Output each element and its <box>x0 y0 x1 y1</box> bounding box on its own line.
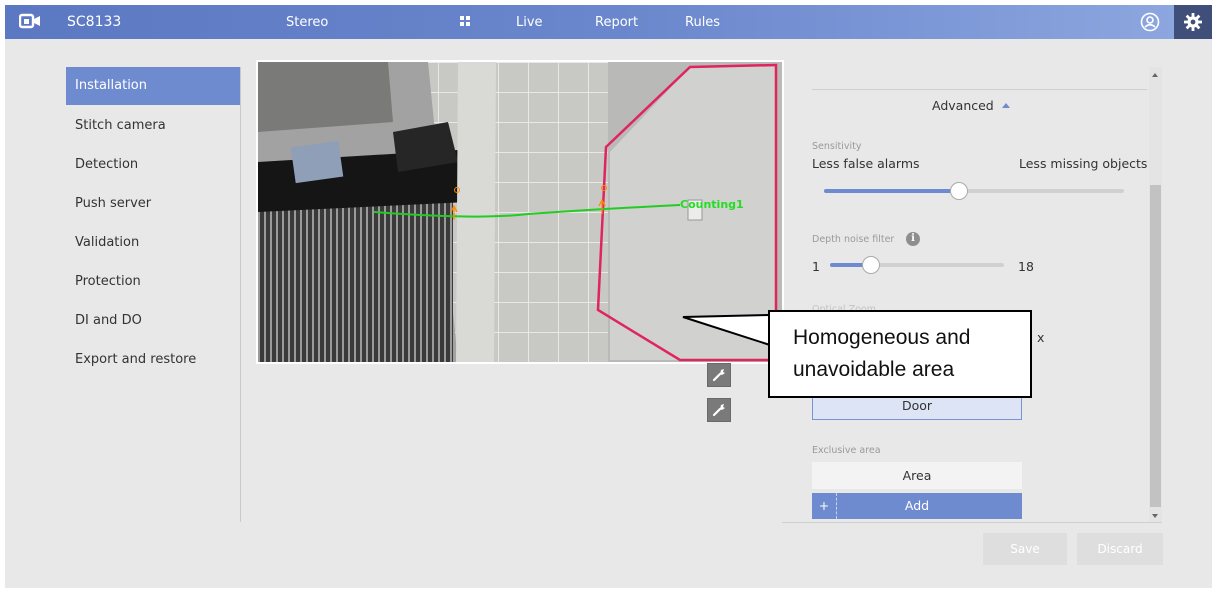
advanced-label: Advanced <box>932 98 994 113</box>
scroll-down-arrow-icon[interactable] <box>1152 514 1158 518</box>
divider <box>812 89 1147 90</box>
sidebar-item-validation[interactable]: Validation <box>66 224 240 262</box>
sensitivity-label: Sensitivity <box>812 141 862 152</box>
sidebar-item-export-and-restore[interactable]: Export and restore <box>66 341 240 379</box>
depth-noise-label: Depth noise filter <box>812 234 895 245</box>
counting-label: Counting1 <box>680 198 744 211</box>
app-window: SC8133 Stereo Live Report Rules Installa… <box>5 5 1212 588</box>
device-model: SC8133 <box>67 14 122 30</box>
callout-pointer <box>682 314 771 346</box>
plus-icon: + <box>812 493 837 519</box>
sidebar-item-di-and-do[interactable]: DI and DO <box>66 302 240 340</box>
camera-logo-icon[interactable] <box>19 13 41 31</box>
caret-up-icon <box>1001 103 1010 108</box>
sidebar-item-installation[interactable]: Installation <box>66 67 240 105</box>
add-area-button[interactable]: + Add <box>812 493 1022 519</box>
top-bar: SC8133 Stereo Live Report Rules <box>5 5 1212 39</box>
sensitivity-left-label: Less false alarms <box>812 156 920 171</box>
info-icon[interactable]: i <box>906 232 920 246</box>
callout-box: Homogeneous and unavoidable area <box>768 310 1032 398</box>
nav-live[interactable]: Live <box>516 15 543 30</box>
callout-text: Homogeneous and unavoidable area <box>793 326 971 381</box>
scroll-up-arrow-icon[interactable] <box>1152 73 1158 77</box>
wrench-icon <box>712 404 725 417</box>
advanced-toggle[interactable]: Advanced <box>932 98 1010 113</box>
sidebar-item-protection[interactable]: Protection <box>66 263 240 301</box>
gear-icon <box>1184 13 1202 31</box>
settings-panel: Advanced Sensitivity Less false alarms L… <box>782 67 1163 521</box>
panel-bottom-divider <box>782 522 1162 523</box>
nav-rules[interactable]: Rules <box>685 15 720 30</box>
panel-scrollbar-thumb[interactable] <box>1150 185 1161 507</box>
settings-button[interactable] <box>1174 5 1212 39</box>
depth-noise-slider-knob[interactable] <box>862 256 880 274</box>
grid-icon[interactable] <box>460 16 470 26</box>
nav-report[interactable]: Report <box>595 15 638 30</box>
wrench-button-2[interactable] <box>707 398 731 422</box>
nav-stereo[interactable]: Stereo <box>286 15 328 30</box>
sidebar: Installation Stitch camera Detection Pus… <box>66 67 241 522</box>
sidebar-item-push-server[interactable]: Push server <box>66 185 240 223</box>
area-button[interactable]: Area <box>812 462 1022 489</box>
sensitivity-slider-fill <box>824 189 959 193</box>
wrench-icon <box>712 369 725 382</box>
save-button[interactable]: Save <box>983 533 1067 565</box>
add-button-label: Add <box>904 498 930 513</box>
sensitivity-slider-knob[interactable] <box>950 182 968 200</box>
discard-button[interactable]: Discard <box>1077 533 1163 565</box>
sidebar-item-stitch-camera[interactable]: Stitch camera <box>66 107 240 145</box>
sensitivity-right-label: Less missing objects <box>1019 156 1148 171</box>
wrench-button-1[interactable] <box>707 363 731 387</box>
optical-zoom-suffix: x <box>1037 330 1045 345</box>
sidebar-item-detection[interactable]: Detection <box>66 146 240 184</box>
depth-noise-max: 18 <box>1018 259 1034 274</box>
user-icon[interactable] <box>1140 12 1160 32</box>
exclusive-area-label: Exclusive area <box>812 445 881 456</box>
depth-noise-min: 1 <box>812 259 820 274</box>
